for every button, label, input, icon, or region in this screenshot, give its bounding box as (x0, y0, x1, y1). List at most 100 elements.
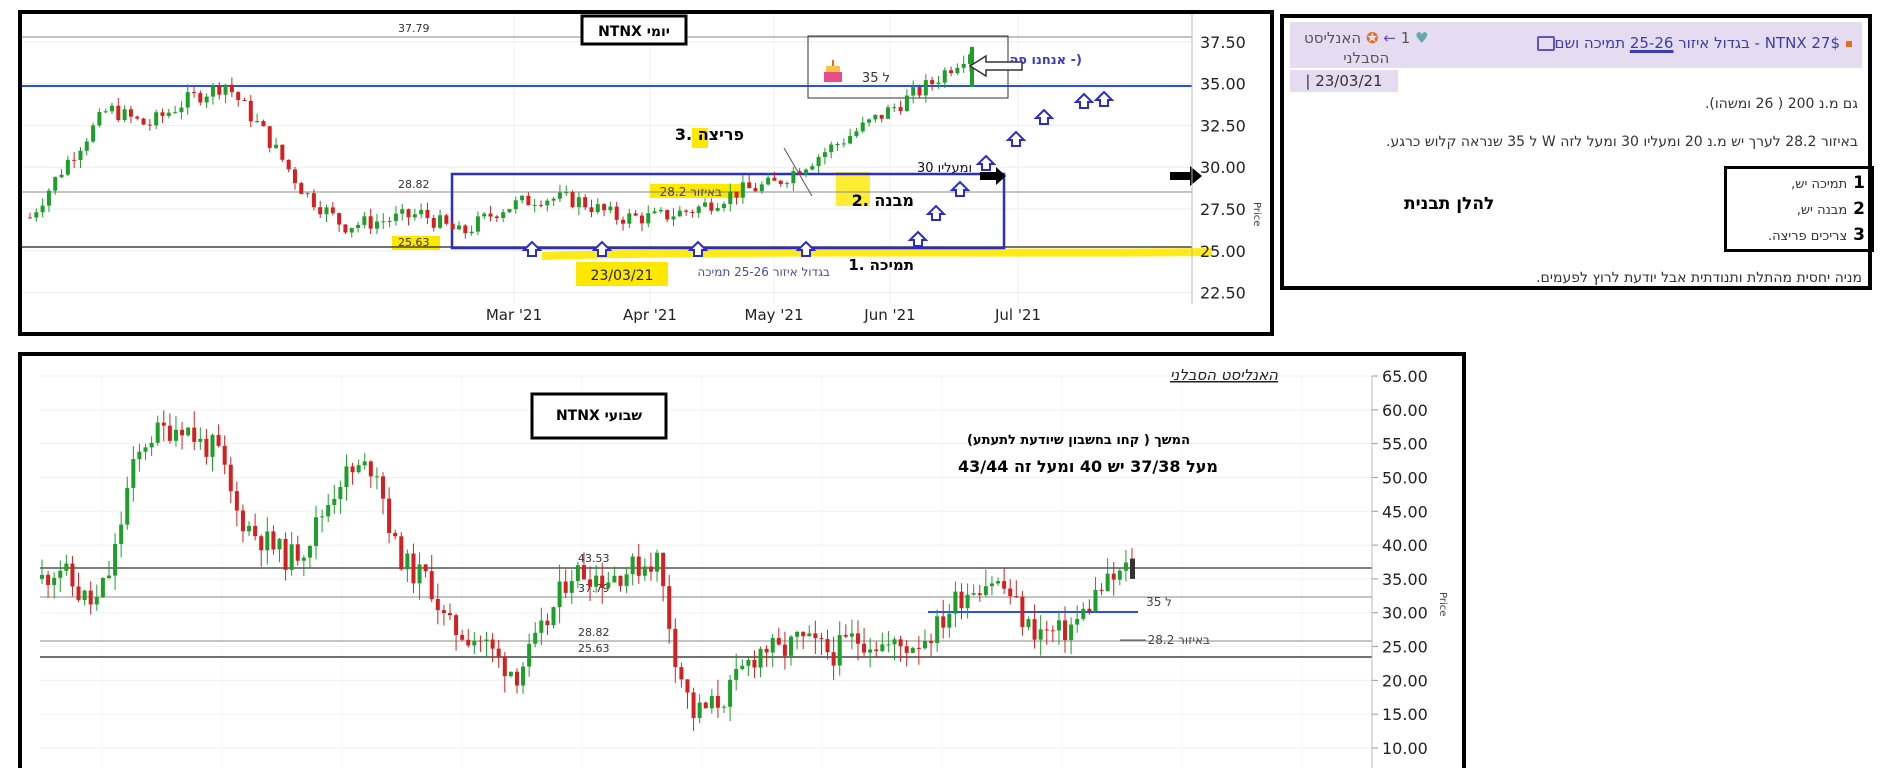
post-line-2: באיזור 28.2 לערך יש מ.נ 20 ומעליו 30 ומע… (1386, 134, 1858, 150)
heart-icon[interactable]: ♥ (1415, 29, 1428, 47)
weekly-candle-body (435, 598, 440, 611)
zone282-label: באיזור 28.2 (660, 185, 722, 199)
weekly-candle-body (119, 524, 124, 545)
weekly-candle-body (502, 656, 507, 677)
daily-y-tick: 27.50 (1200, 200, 1246, 219)
daily-candle-body (766, 177, 771, 185)
w-ref-label-4353: 43.53 (578, 552, 610, 565)
daily-candle-body (873, 114, 878, 120)
daily-candle-body (122, 109, 127, 121)
ref-label-3779: 37.79 (398, 22, 430, 35)
weekly-candle-body (1075, 618, 1080, 625)
daily-candle-body (198, 93, 203, 103)
daily-candle-body (431, 217, 436, 228)
daily-candle-body (621, 219, 626, 224)
weekly-candle-body (247, 525, 252, 532)
weekly-candle-body (819, 638, 824, 640)
daily-candle-body (393, 213, 398, 221)
back-arrow-icon[interactable]: ← (1383, 29, 1396, 47)
post-title[interactable]: NTNX 27$ - בגדול איזור 25-26 תמיכה ושם (1531, 34, 1852, 52)
weekly-candle-body (953, 591, 958, 614)
weekly-candle-body (996, 581, 1001, 584)
daily-candle-body (539, 204, 544, 206)
daily-candle-body (513, 200, 518, 210)
weekly-candle-body (874, 649, 879, 652)
weekly-candle-body (1105, 573, 1110, 591)
weekly-candle-body (314, 517, 319, 546)
weekly-candle-body (1032, 619, 1037, 640)
weekly-candle-body (180, 429, 185, 436)
weekly-candle-body (253, 525, 258, 537)
weekly-candle-body (1123, 562, 1128, 571)
author[interactable]: ♥ 1 ← ✪ האנליסט הסבלני (1304, 28, 1428, 68)
up-arrow-icon (521, 240, 543, 257)
weekly-candle-body (788, 636, 793, 656)
weekly-title: NTNX שבועי (556, 408, 642, 424)
weekly-candle-body (545, 620, 550, 626)
image-icon (1536, 36, 1555, 51)
weekly-candle-body (703, 702, 708, 709)
list-item: 3צריכים פריצה. (1767, 225, 1865, 245)
weekly-candle-body (344, 466, 349, 487)
daily-candle-body (274, 144, 279, 148)
weekly-candle-body (301, 557, 306, 561)
daily-candle-body (892, 107, 897, 109)
weekly-candle-body (240, 510, 245, 532)
weekly-candle-body (557, 581, 562, 608)
up-arrow-icon (925, 204, 947, 221)
post-panel: NTNX 27$ - בגדול איזור 25-26 תמיכה ושם ♥… (1280, 14, 1874, 290)
signature: האנליסט הסבלני (1170, 366, 1278, 384)
weekly-candle-body (600, 575, 605, 588)
weekly-chart: 43.53 37.79 28.82 25.63 NTNX שבועי האנלי… (40, 366, 1448, 768)
weekly-candle-body (405, 553, 410, 570)
weekly-candle-body (709, 696, 714, 709)
weekly-y-tick: 20.00 (1382, 671, 1428, 690)
weekly-candle-body (1002, 581, 1007, 589)
daily-candle-body (690, 211, 695, 213)
weekly-candle-body (1026, 619, 1031, 627)
weekly-candle-body (1044, 629, 1049, 631)
weekly-candle-body (82, 590, 87, 601)
continue-label: המשך ( קחו בחשבון שיודעת לתעתע) (967, 433, 1190, 448)
up-arrow-icon (907, 230, 929, 247)
weekly-candle-body (965, 594, 970, 609)
daily-chart-panel: 37.79 28.82 25.63 NTNX יומי 3. פריצה 2. … (18, 10, 1274, 336)
w-ref-label-2563: 25.63 (578, 642, 610, 655)
weekly-candle-body (1020, 596, 1025, 627)
daily-candle-body (822, 152, 827, 157)
weekly-candle-body (813, 633, 818, 639)
daily-candle-body (261, 121, 266, 127)
weekly-candle-body (234, 491, 239, 511)
daily-title: NTNX יומי (598, 24, 670, 40)
weekly-candle-body (1081, 608, 1086, 619)
daily-candle-body (412, 214, 417, 218)
weekly-candle-body (387, 498, 392, 533)
weekly-candle-body (795, 631, 800, 637)
weekly-candle-body (691, 692, 696, 719)
weekly-candle-body (624, 574, 629, 586)
weekly-candle-body (1117, 570, 1122, 580)
daily-y-axis: 37.50 35.00 32.50 30.00 27.50 25.00 22.50 (1200, 33, 1246, 303)
daily-candle-body (747, 182, 752, 189)
weekly-candle-body (533, 632, 538, 644)
daily-candle-body (557, 192, 562, 199)
daily-candle-body (356, 224, 361, 228)
weekly-candle-body (539, 620, 544, 633)
weekly-candle-body (460, 634, 465, 640)
weekly-candle-body (1063, 620, 1068, 641)
daily-candle-body (753, 188, 758, 192)
weekly-candle-body (898, 639, 903, 647)
post-footer: מניה יחסית מהתלת ותנודתית אבל יודעת לרוץ… (1536, 270, 1862, 286)
weekly-candle-body (1038, 629, 1043, 640)
daily-x-tick: Jun '21 (863, 306, 915, 324)
daily-candle-body (488, 213, 493, 217)
weekly-candle-body (192, 427, 197, 442)
daily-candle-body (703, 202, 708, 207)
weekly-candle-body (715, 696, 720, 708)
daily-candle-body (223, 84, 228, 95)
daily-candle-body (715, 208, 720, 211)
daily-candle-body (639, 215, 644, 224)
daily-candle-body (91, 125, 96, 142)
daily-candle-body (210, 85, 215, 97)
daily-candle-body (936, 82, 941, 84)
